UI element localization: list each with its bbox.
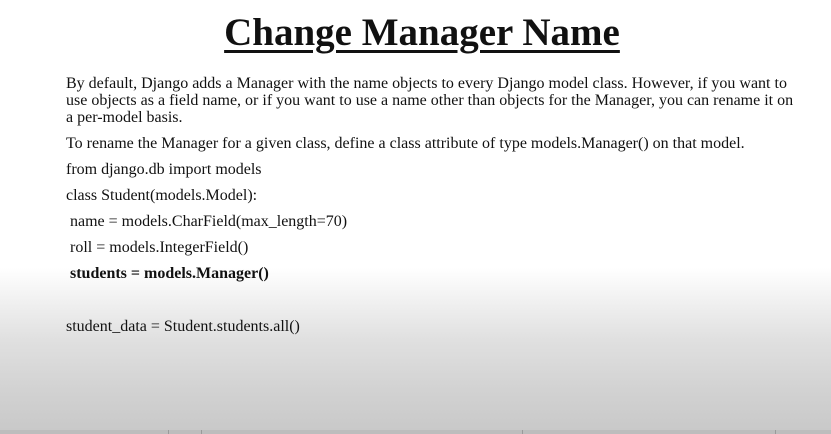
slide-title: Change Manager Name (224, 11, 620, 54)
bottom-divider (168, 430, 169, 434)
code-manager-line: students = models.Manager() (70, 265, 269, 282)
code-name-field-line: name = models.CharField(max_length=70) (70, 213, 348, 230)
code-query-line: student_data = Student.students.all() (66, 318, 300, 335)
bottom-divider (775, 430, 776, 434)
code-roll-field-line: roll = models.IntegerField() (70, 239, 249, 256)
bottom-divider (201, 430, 202, 434)
code-class-line: class Student(models.Model): (66, 187, 258, 204)
rename-instruction: To rename the Manager for a given class,… (66, 135, 745, 152)
code-import-line: from django.db import models (66, 161, 262, 178)
slide: Change Manager Name By default, Django a… (0, 0, 831, 434)
bottom-taskbar-strip (0, 430, 831, 434)
intro-paragraph: By default, Django adds a Manager with t… (66, 75, 794, 126)
bottom-divider (522, 430, 523, 434)
